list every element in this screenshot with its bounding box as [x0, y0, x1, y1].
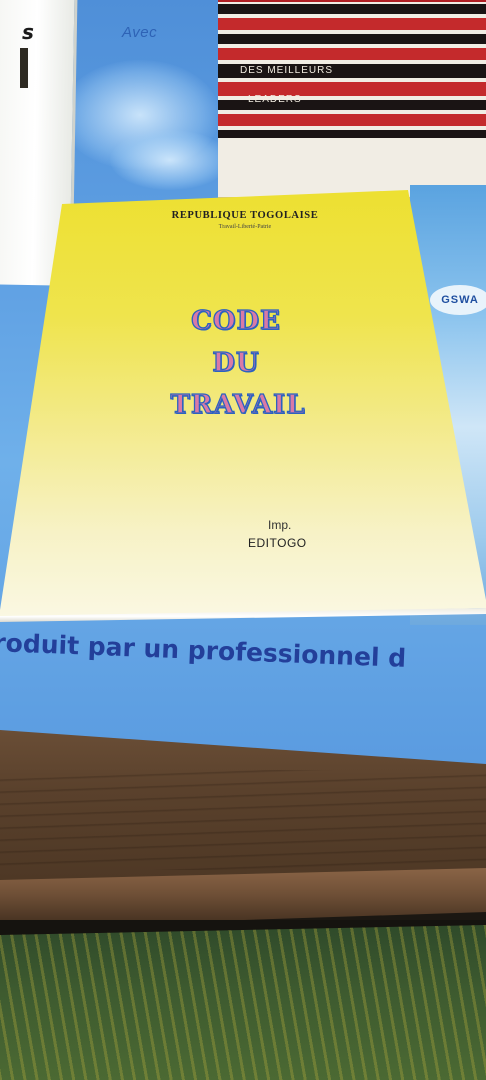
republic-motto: Travail-Liberté-Patrie [218, 224, 272, 230]
photo-scene: Avec roduit par un professionnel d s DES… [0, 0, 486, 1080]
white-book-title-fragment: s [22, 20, 34, 44]
publisher-name: EDITOGO [248, 536, 307, 550]
water-splash-graphic [110, 130, 230, 190]
imprint-label: Imp. [268, 518, 292, 532]
red-book-line1: DES MEILLEURS [240, 65, 334, 76]
wood-grain [0, 770, 486, 870]
red-book-line2: LEADERS [248, 94, 302, 105]
red-black-book: DES MEILLEURS LEADERS [218, 0, 486, 213]
title-line-travail: TRAVAIL [170, 389, 306, 420]
bottle-logo: GSWA [430, 285, 486, 315]
white-book-mark [20, 48, 28, 88]
green-woven-mat [0, 925, 486, 1080]
title-line-du: DU [212, 347, 260, 378]
title-line-code: CODE [190, 305, 281, 336]
mat-top-text: Avec [122, 24, 158, 41]
republic-heading: REPUBLIQUE TOGOLAISE [171, 210, 319, 221]
